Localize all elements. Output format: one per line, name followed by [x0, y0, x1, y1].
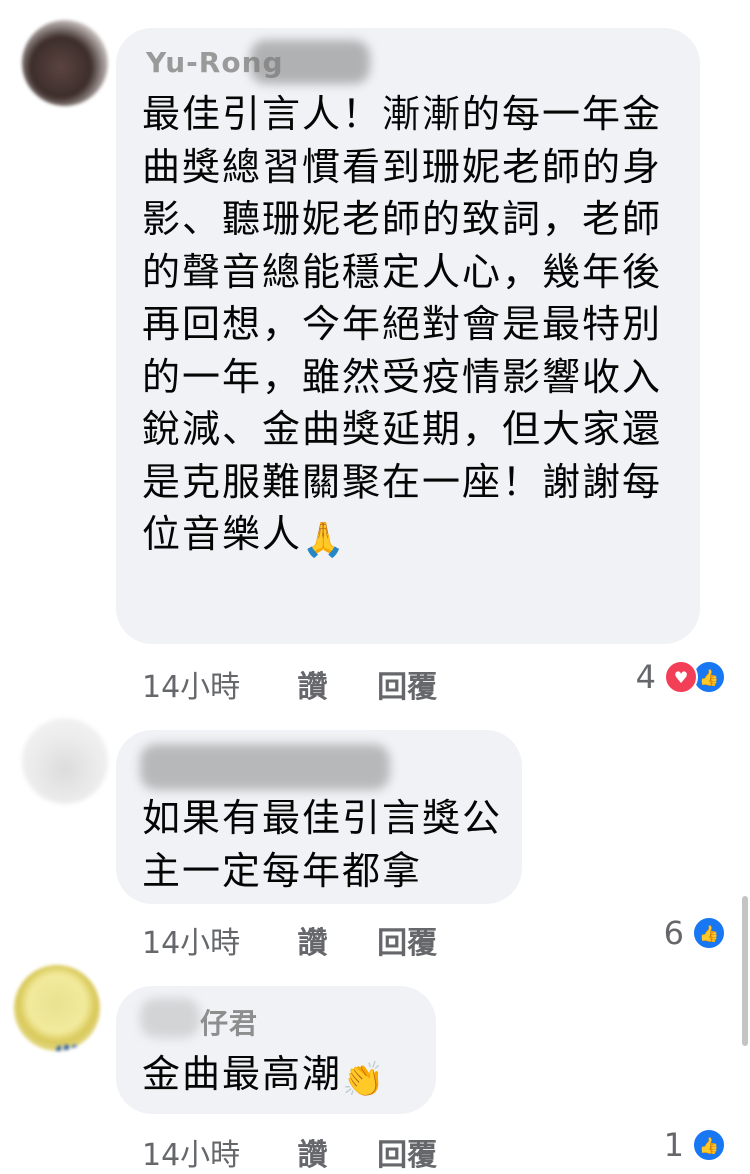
- thumbs-up-icon: 👍: [692, 916, 726, 950]
- comment-time[interactable]: 14小時: [142, 1130, 288, 1174]
- thumbs-up-icon: 👍: [692, 1128, 726, 1162]
- reaction-summary[interactable]: 4 ♥ 👍: [636, 658, 726, 696]
- comment-actions: 14小時 讚 回覆: [142, 918, 437, 962]
- reaction-count: 1: [663, 1126, 684, 1164]
- reaction-count: 4: [635, 658, 656, 696]
- pray-emoji-icon: 🙏: [302, 520, 347, 560]
- scrollbar[interactable]: [742, 896, 748, 1046]
- redacted-name: [140, 744, 390, 790]
- comment-text: 最佳引言人！漸漸的每一年金曲獎總習慣看到珊妮老師的身影、聽珊妮老師的致詞，老師的…: [142, 88, 687, 561]
- avatar[interactable]: [22, 718, 108, 804]
- reaction-count: 6: [663, 914, 684, 952]
- reply-button[interactable]: 回覆: [377, 918, 437, 962]
- like-button[interactable]: 讚: [298, 662, 368, 706]
- reply-button[interactable]: 回覆: [377, 1130, 437, 1174]
- reaction-summary[interactable]: 1 👍: [664, 1126, 726, 1164]
- like-button[interactable]: 讚: [298, 918, 368, 962]
- like-button[interactable]: 讚: [298, 1130, 368, 1174]
- redacted-name: [140, 998, 200, 1038]
- comment-text: 金曲最高潮👏: [142, 1048, 386, 1101]
- heart-icon: ♥: [664, 660, 698, 694]
- comment-body: 金曲最高潮: [142, 1052, 343, 1096]
- avatar[interactable]: [14, 965, 100, 1051]
- comment-time[interactable]: 14小時: [142, 918, 288, 962]
- comment-text: 如果有最佳引言獎公主一定每年都拿: [142, 796, 503, 893]
- comment-body: 最佳引言人！漸漸的每一年金曲獎總習慣看到珊妮老師的身影、聽珊妮老師的致詞，老師的…: [142, 92, 663, 556]
- comment-author[interactable]: 仔君: [200, 1002, 258, 1042]
- reaction-summary[interactable]: 6 👍: [664, 914, 726, 952]
- avatar[interactable]: [22, 20, 108, 106]
- reply-button[interactable]: 回覆: [377, 662, 437, 706]
- comment-time[interactable]: 14小時: [142, 662, 288, 706]
- comment-actions: 14小時 讚 回覆: [142, 662, 437, 706]
- comment-actions: 14小時 讚 回覆: [142, 1130, 437, 1174]
- clapping-emoji-icon: 👏: [342, 1060, 387, 1100]
- redacted-name: [250, 40, 370, 84]
